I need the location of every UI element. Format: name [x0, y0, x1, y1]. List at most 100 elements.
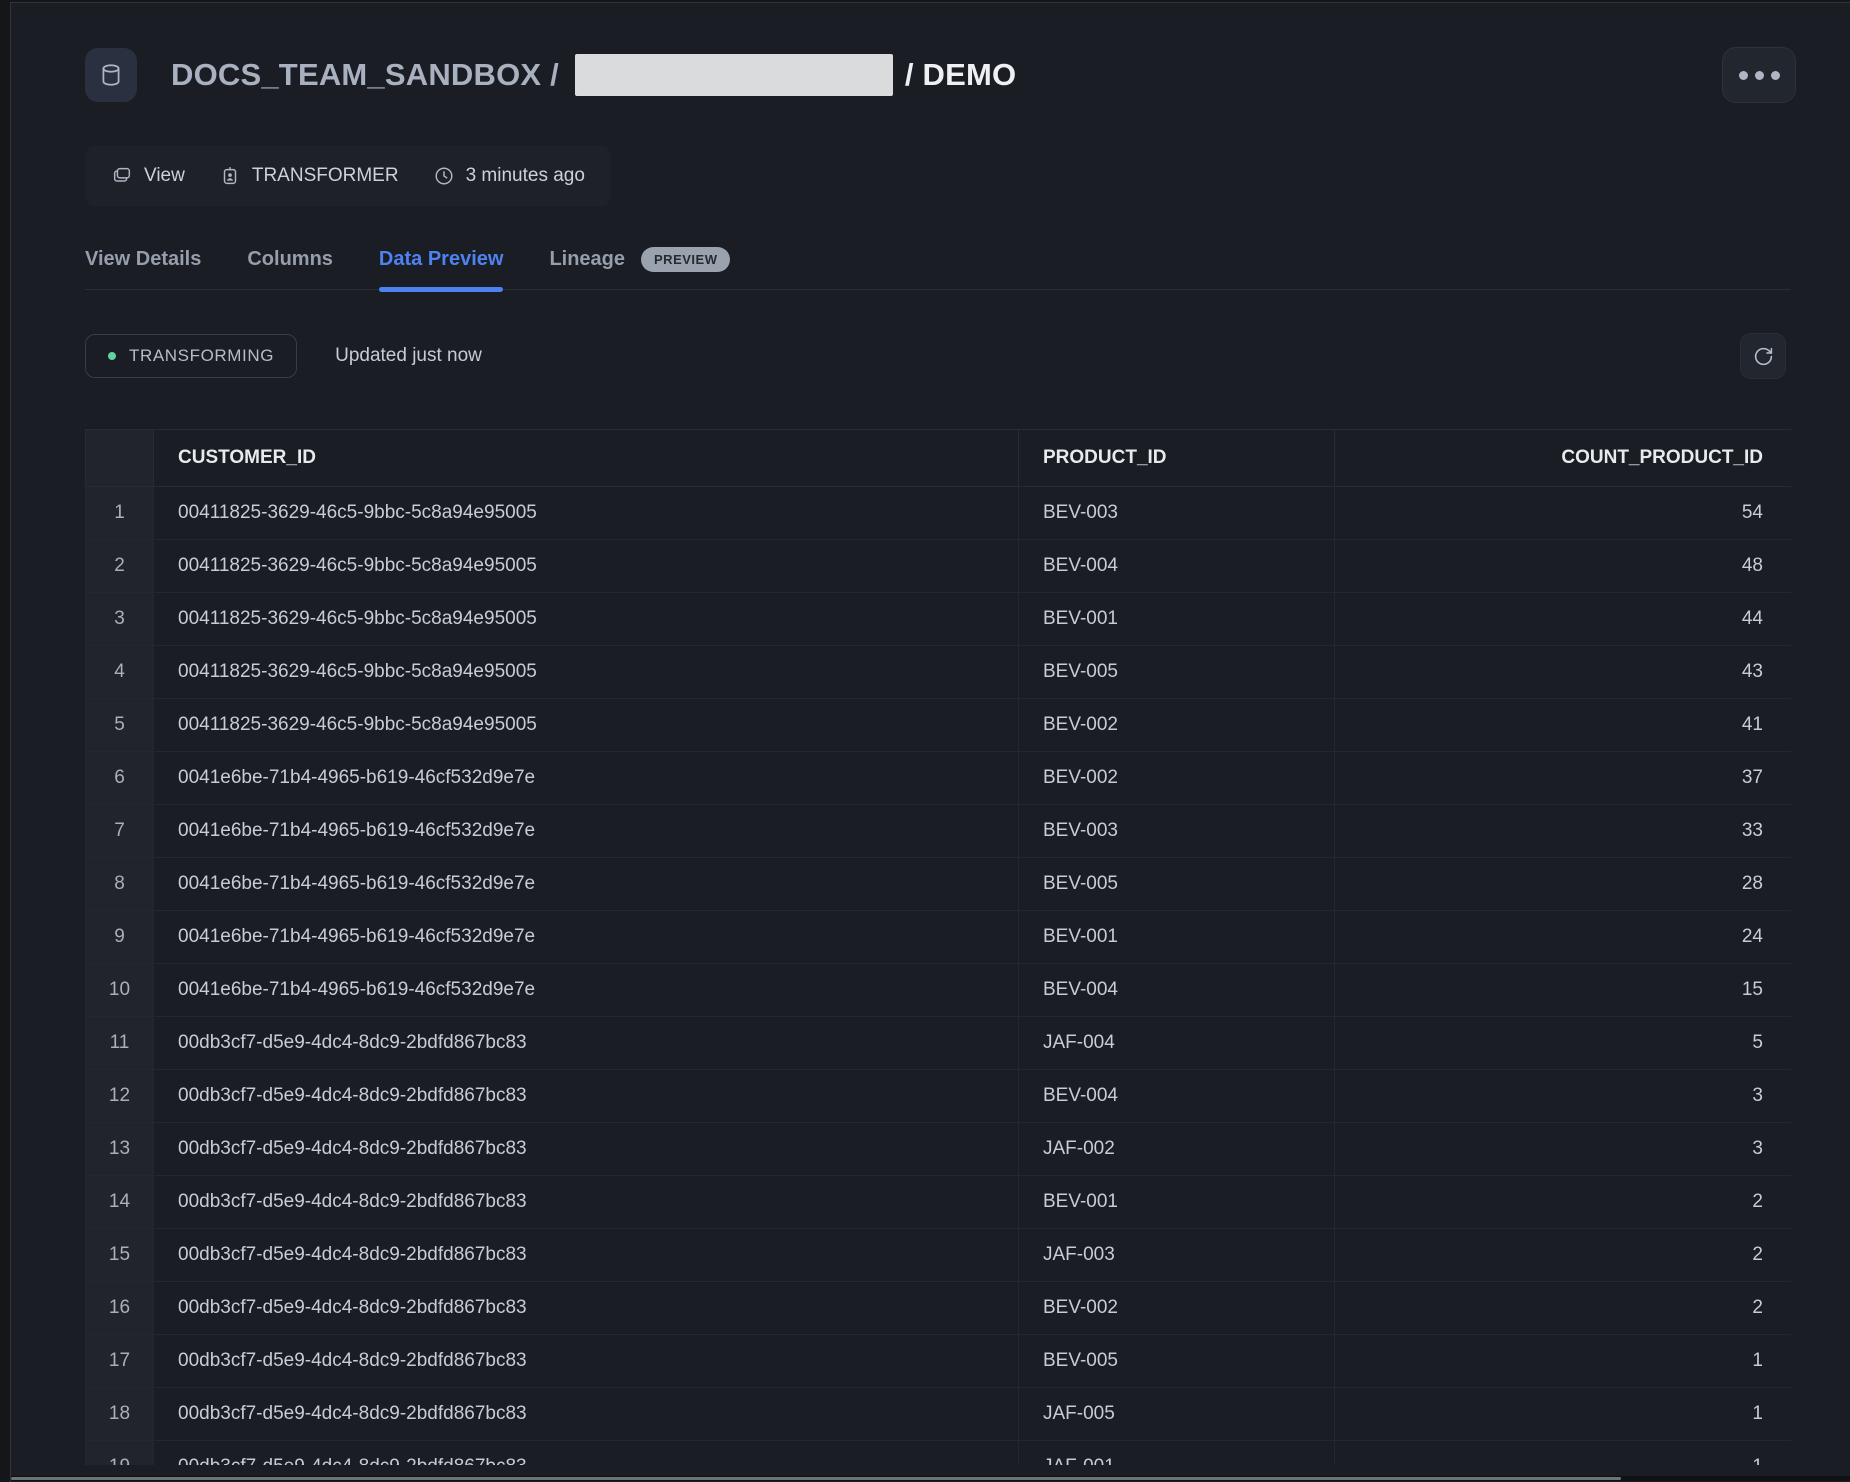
row-number-cell: 5	[86, 699, 154, 752]
count-product-id-cell: 1	[1335, 1441, 1792, 1466]
table-row[interactable]: 1200db3cf7-d5e9-4dc4-8dc9-2bdfd867bc83BE…	[86, 1070, 1792, 1123]
count-product-id-cell: 37	[1335, 752, 1792, 805]
table-row[interactable]: 400411825-3629-46c5-9bbc-5c8a94e95005BEV…	[86, 646, 1792, 699]
object-age: 3 minutes ago	[433, 165, 585, 187]
table-row[interactable]: 500411825-3629-46c5-9bbc-5c8a94e95005BEV…	[86, 699, 1792, 752]
customer-id-cell: 00db3cf7-d5e9-4dc4-8dc9-2bdfd867bc83	[154, 1441, 1019, 1466]
tab-data-preview[interactable]: Data Preview	[379, 243, 504, 289]
table-row[interactable]: 1300db3cf7-d5e9-4dc4-8dc9-2bdfd867bc83JA…	[86, 1123, 1792, 1176]
table-row[interactable]: 1100db3cf7-d5e9-4dc4-8dc9-2bdfd867bc83JA…	[86, 1017, 1792, 1070]
product-id-cell: BEV-001	[1019, 593, 1335, 646]
count-product-id-cell: 1	[1335, 1335, 1792, 1388]
ellipsis-icon	[1739, 71, 1748, 80]
customer-id-cell: 00411825-3629-46c5-9bbc-5c8a94e95005	[154, 699, 1019, 752]
product-id-cell: BEV-002	[1019, 1282, 1335, 1335]
count-product-id-cell: 33	[1335, 805, 1792, 858]
customer-id-cell: 00db3cf7-d5e9-4dc4-8dc9-2bdfd867bc83	[154, 1335, 1019, 1388]
product-id-cell: BEV-004	[1019, 540, 1335, 593]
table-row[interactable]: 100411825-3629-46c5-9bbc-5c8a94e95005BEV…	[86, 487, 1792, 540]
product-id-cell: BEV-005	[1019, 1335, 1335, 1388]
customer-id-cell: 00411825-3629-46c5-9bbc-5c8a94e95005	[154, 646, 1019, 699]
table-row[interactable]: 100041e6be-71b4-4965-b619-46cf532d9e7eBE…	[86, 964, 1792, 1017]
customer-id-cell: 00db3cf7-d5e9-4dc4-8dc9-2bdfd867bc83	[154, 1070, 1019, 1123]
product-id-cell: JAF-003	[1019, 1229, 1335, 1282]
tab-columns[interactable]: Columns	[247, 243, 333, 289]
page-title: DOCS_TEAM_SANDBOX / / DEMO	[171, 54, 1016, 96]
refresh-button[interactable]	[1740, 333, 1786, 379]
table-row[interactable]: 1800db3cf7-d5e9-4dc4-8dc9-2bdfd867bc83JA…	[86, 1388, 1792, 1441]
horizontal-scrollbar-thumb[interactable]	[11, 1477, 1621, 1480]
table-body: 100411825-3629-46c5-9bbc-5c8a94e95005BEV…	[86, 487, 1792, 1466]
customer-id-cell: 0041e6be-71b4-4965-b619-46cf532d9e7e	[154, 964, 1019, 1017]
row-number-cell: 15	[86, 1229, 154, 1282]
table-row[interactable]: 70041e6be-71b4-4965-b619-46cf532d9e7eBEV…	[86, 805, 1792, 858]
column-header-customer-id[interactable]: CUSTOMER_ID	[154, 430, 1019, 487]
product-id-cell: BEV-003	[1019, 487, 1335, 540]
table-row[interactable]: 80041e6be-71b4-4965-b619-46cf532d9e7eBEV…	[86, 858, 1792, 911]
table-row[interactable]: 200411825-3629-46c5-9bbc-5c8a94e95005BEV…	[86, 540, 1792, 593]
table-row[interactable]: 1500db3cf7-d5e9-4dc4-8dc9-2bdfd867bc83JA…	[86, 1229, 1792, 1282]
row-number-cell: 16	[86, 1282, 154, 1335]
count-product-id-cell: 48	[1335, 540, 1792, 593]
status-dot-icon	[108, 352, 116, 360]
ellipsis-icon	[1755, 71, 1764, 80]
table-row[interactable]: 1700db3cf7-d5e9-4dc4-8dc9-2bdfd867bc83BE…	[86, 1335, 1792, 1388]
title-prefix: DOCS_TEAM_SANDBOX /	[171, 57, 559, 93]
tab-label: Lineage	[549, 248, 625, 271]
product-id-cell: JAF-005	[1019, 1388, 1335, 1441]
product-id-cell: BEV-002	[1019, 752, 1335, 805]
customer-id-cell: 0041e6be-71b4-4965-b619-46cf532d9e7e	[154, 805, 1019, 858]
count-product-id-cell: 54	[1335, 487, 1792, 540]
count-product-id-cell: 1	[1335, 1388, 1792, 1441]
table-row[interactable]: 1900db3cf7-d5e9-4dc4-8dc9-2bdfd867bc83JA…	[86, 1441, 1792, 1466]
object-age-label: 3 minutes ago	[466, 165, 585, 187]
row-number-cell: 12	[86, 1070, 154, 1123]
main-panel: DOCS_TEAM_SANDBOX / / DEMO View	[10, 2, 1850, 1482]
tab-label: Data Preview	[379, 248, 504, 271]
column-header-product-id[interactable]: PRODUCT_ID	[1019, 430, 1335, 487]
object-type-label: View	[144, 165, 185, 187]
row-number-cell: 8	[86, 858, 154, 911]
count-product-id-cell: 2	[1335, 1229, 1792, 1282]
row-number-cell: 6	[86, 752, 154, 805]
row-number-header	[86, 430, 154, 487]
table-row[interactable]: 90041e6be-71b4-4965-b619-46cf532d9e7eBEV…	[86, 911, 1792, 964]
customer-id-cell: 0041e6be-71b4-4965-b619-46cf532d9e7e	[154, 858, 1019, 911]
layers-icon	[111, 165, 133, 187]
tab-bar: View Details Columns Data Preview Lineag…	[85, 243, 1790, 290]
tab-view-details[interactable]: View Details	[85, 243, 201, 289]
customer-id-cell: 00411825-3629-46c5-9bbc-5c8a94e95005	[154, 593, 1019, 646]
ellipsis-icon	[1771, 71, 1780, 80]
row-number-cell: 2	[86, 540, 154, 593]
customer-id-cell: 00db3cf7-d5e9-4dc4-8dc9-2bdfd867bc83	[154, 1017, 1019, 1070]
table-row[interactable]: 300411825-3629-46c5-9bbc-5c8a94e95005BEV…	[86, 593, 1792, 646]
tab-lineage[interactable]: Lineage PREVIEW	[549, 243, 730, 289]
product-id-cell: BEV-001	[1019, 911, 1335, 964]
title-suffix: / DEMO	[905, 57, 1016, 93]
column-header-count-product-id[interactable]: COUNT_PRODUCT_ID	[1335, 430, 1792, 487]
data-preview-table: CUSTOMER_ID PRODUCT_ID COUNT_PRODUCT_ID …	[85, 429, 1791, 1465]
count-product-id-cell: 44	[1335, 593, 1792, 646]
row-number-cell: 7	[86, 805, 154, 858]
product-id-cell: BEV-001	[1019, 1176, 1335, 1229]
product-id-cell: JAF-004	[1019, 1017, 1335, 1070]
count-product-id-cell: 2	[1335, 1176, 1792, 1229]
product-id-cell: BEV-005	[1019, 646, 1335, 699]
count-product-id-cell: 5	[1335, 1017, 1792, 1070]
product-id-cell: JAF-002	[1019, 1123, 1335, 1176]
row-number-cell: 3	[86, 593, 154, 646]
table-row[interactable]: 1600db3cf7-d5e9-4dc4-8dc9-2bdfd867bc83BE…	[86, 1282, 1792, 1335]
clock-icon	[433, 165, 455, 187]
tab-label: View Details	[85, 248, 201, 271]
customer-id-cell: 0041e6be-71b4-4965-b619-46cf532d9e7e	[154, 911, 1019, 964]
count-product-id-cell: 41	[1335, 699, 1792, 752]
object-role-label: TRANSFORMER	[252, 165, 399, 187]
product-id-cell: BEV-003	[1019, 805, 1335, 858]
object-meta-pill: View TRANSFORMER 3 minutes ago	[85, 146, 611, 206]
table-row[interactable]: 1400db3cf7-d5e9-4dc4-8dc9-2bdfd867bc83BE…	[86, 1176, 1792, 1229]
transforming-status-badge: TRANSFORMING	[85, 334, 297, 378]
customer-id-cell: 00db3cf7-d5e9-4dc4-8dc9-2bdfd867bc83	[154, 1388, 1019, 1441]
row-number-cell: 18	[86, 1388, 154, 1441]
table-row[interactable]: 60041e6be-71b4-4965-b619-46cf532d9e7eBEV…	[86, 752, 1792, 805]
more-options-button[interactable]	[1722, 47, 1796, 103]
